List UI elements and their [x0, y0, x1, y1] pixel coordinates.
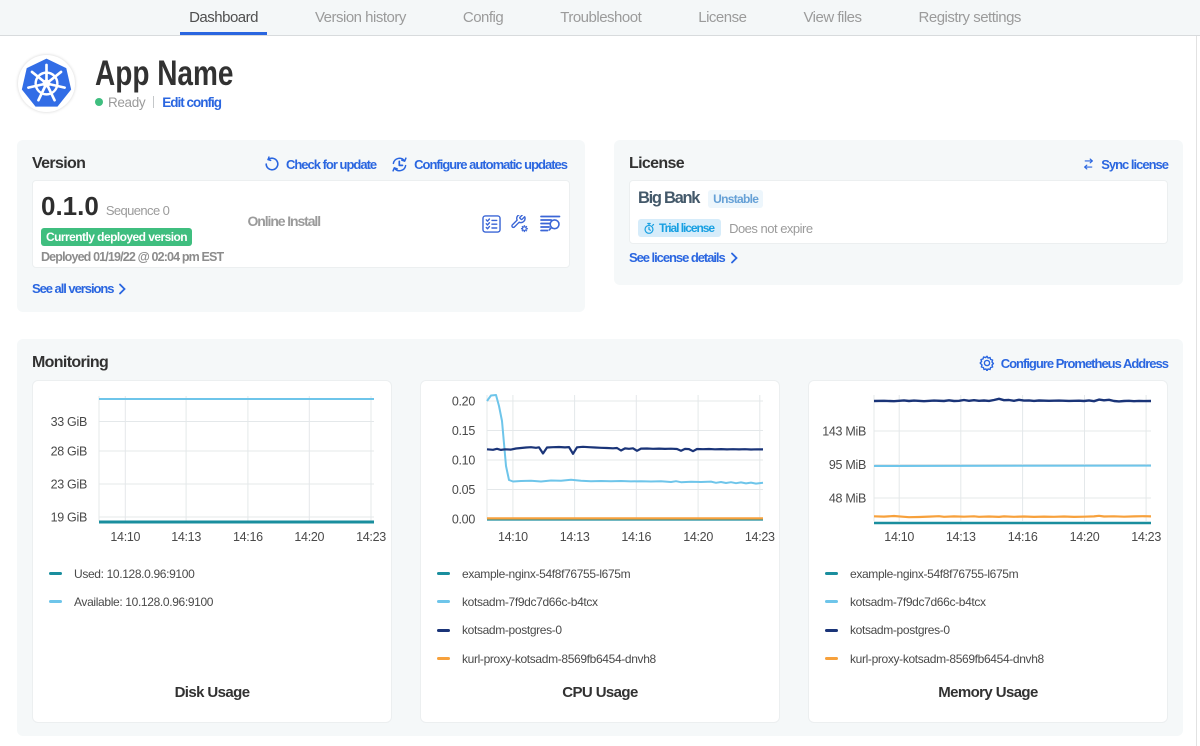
- svg-text:14:20: 14:20: [1070, 530, 1100, 544]
- svg-text:14:16: 14:16: [233, 530, 263, 544]
- svg-text:143 MiB: 143 MiB: [822, 425, 866, 439]
- svg-text:14:20: 14:20: [683, 530, 713, 544]
- svg-text:14:13: 14:13: [171, 530, 201, 544]
- svg-text:14:10: 14:10: [110, 530, 140, 544]
- svg-text:95 MiB: 95 MiB: [829, 458, 866, 472]
- svg-text:14:23: 14:23: [356, 530, 386, 544]
- svg-text:0.00: 0.00: [452, 513, 475, 527]
- svg-text:14:13: 14:13: [946, 530, 976, 544]
- svg-text:0.15: 0.15: [452, 424, 475, 438]
- svg-text:19 GiB: 19 GiB: [51, 511, 87, 525]
- svg-text:14:20: 14:20: [294, 530, 324, 544]
- svg-text:14:23: 14:23: [745, 530, 775, 544]
- svg-text:14:13: 14:13: [560, 530, 590, 544]
- svg-text:0.10: 0.10: [452, 454, 475, 468]
- svg-text:0.05: 0.05: [452, 483, 475, 497]
- svg-text:14:16: 14:16: [1008, 530, 1038, 544]
- svg-text:48 MiB: 48 MiB: [829, 492, 866, 506]
- svg-text:14:23: 14:23: [1131, 530, 1161, 544]
- svg-text:0.20: 0.20: [452, 395, 475, 409]
- svg-text:14:10: 14:10: [498, 530, 528, 544]
- svg-text:23 GiB: 23 GiB: [51, 478, 87, 492]
- svg-text:33 GiB: 33 GiB: [51, 415, 87, 429]
- svg-text:28 GiB: 28 GiB: [51, 445, 87, 459]
- svg-text:14:16: 14:16: [621, 530, 651, 544]
- svg-text:14:10: 14:10: [884, 530, 914, 544]
